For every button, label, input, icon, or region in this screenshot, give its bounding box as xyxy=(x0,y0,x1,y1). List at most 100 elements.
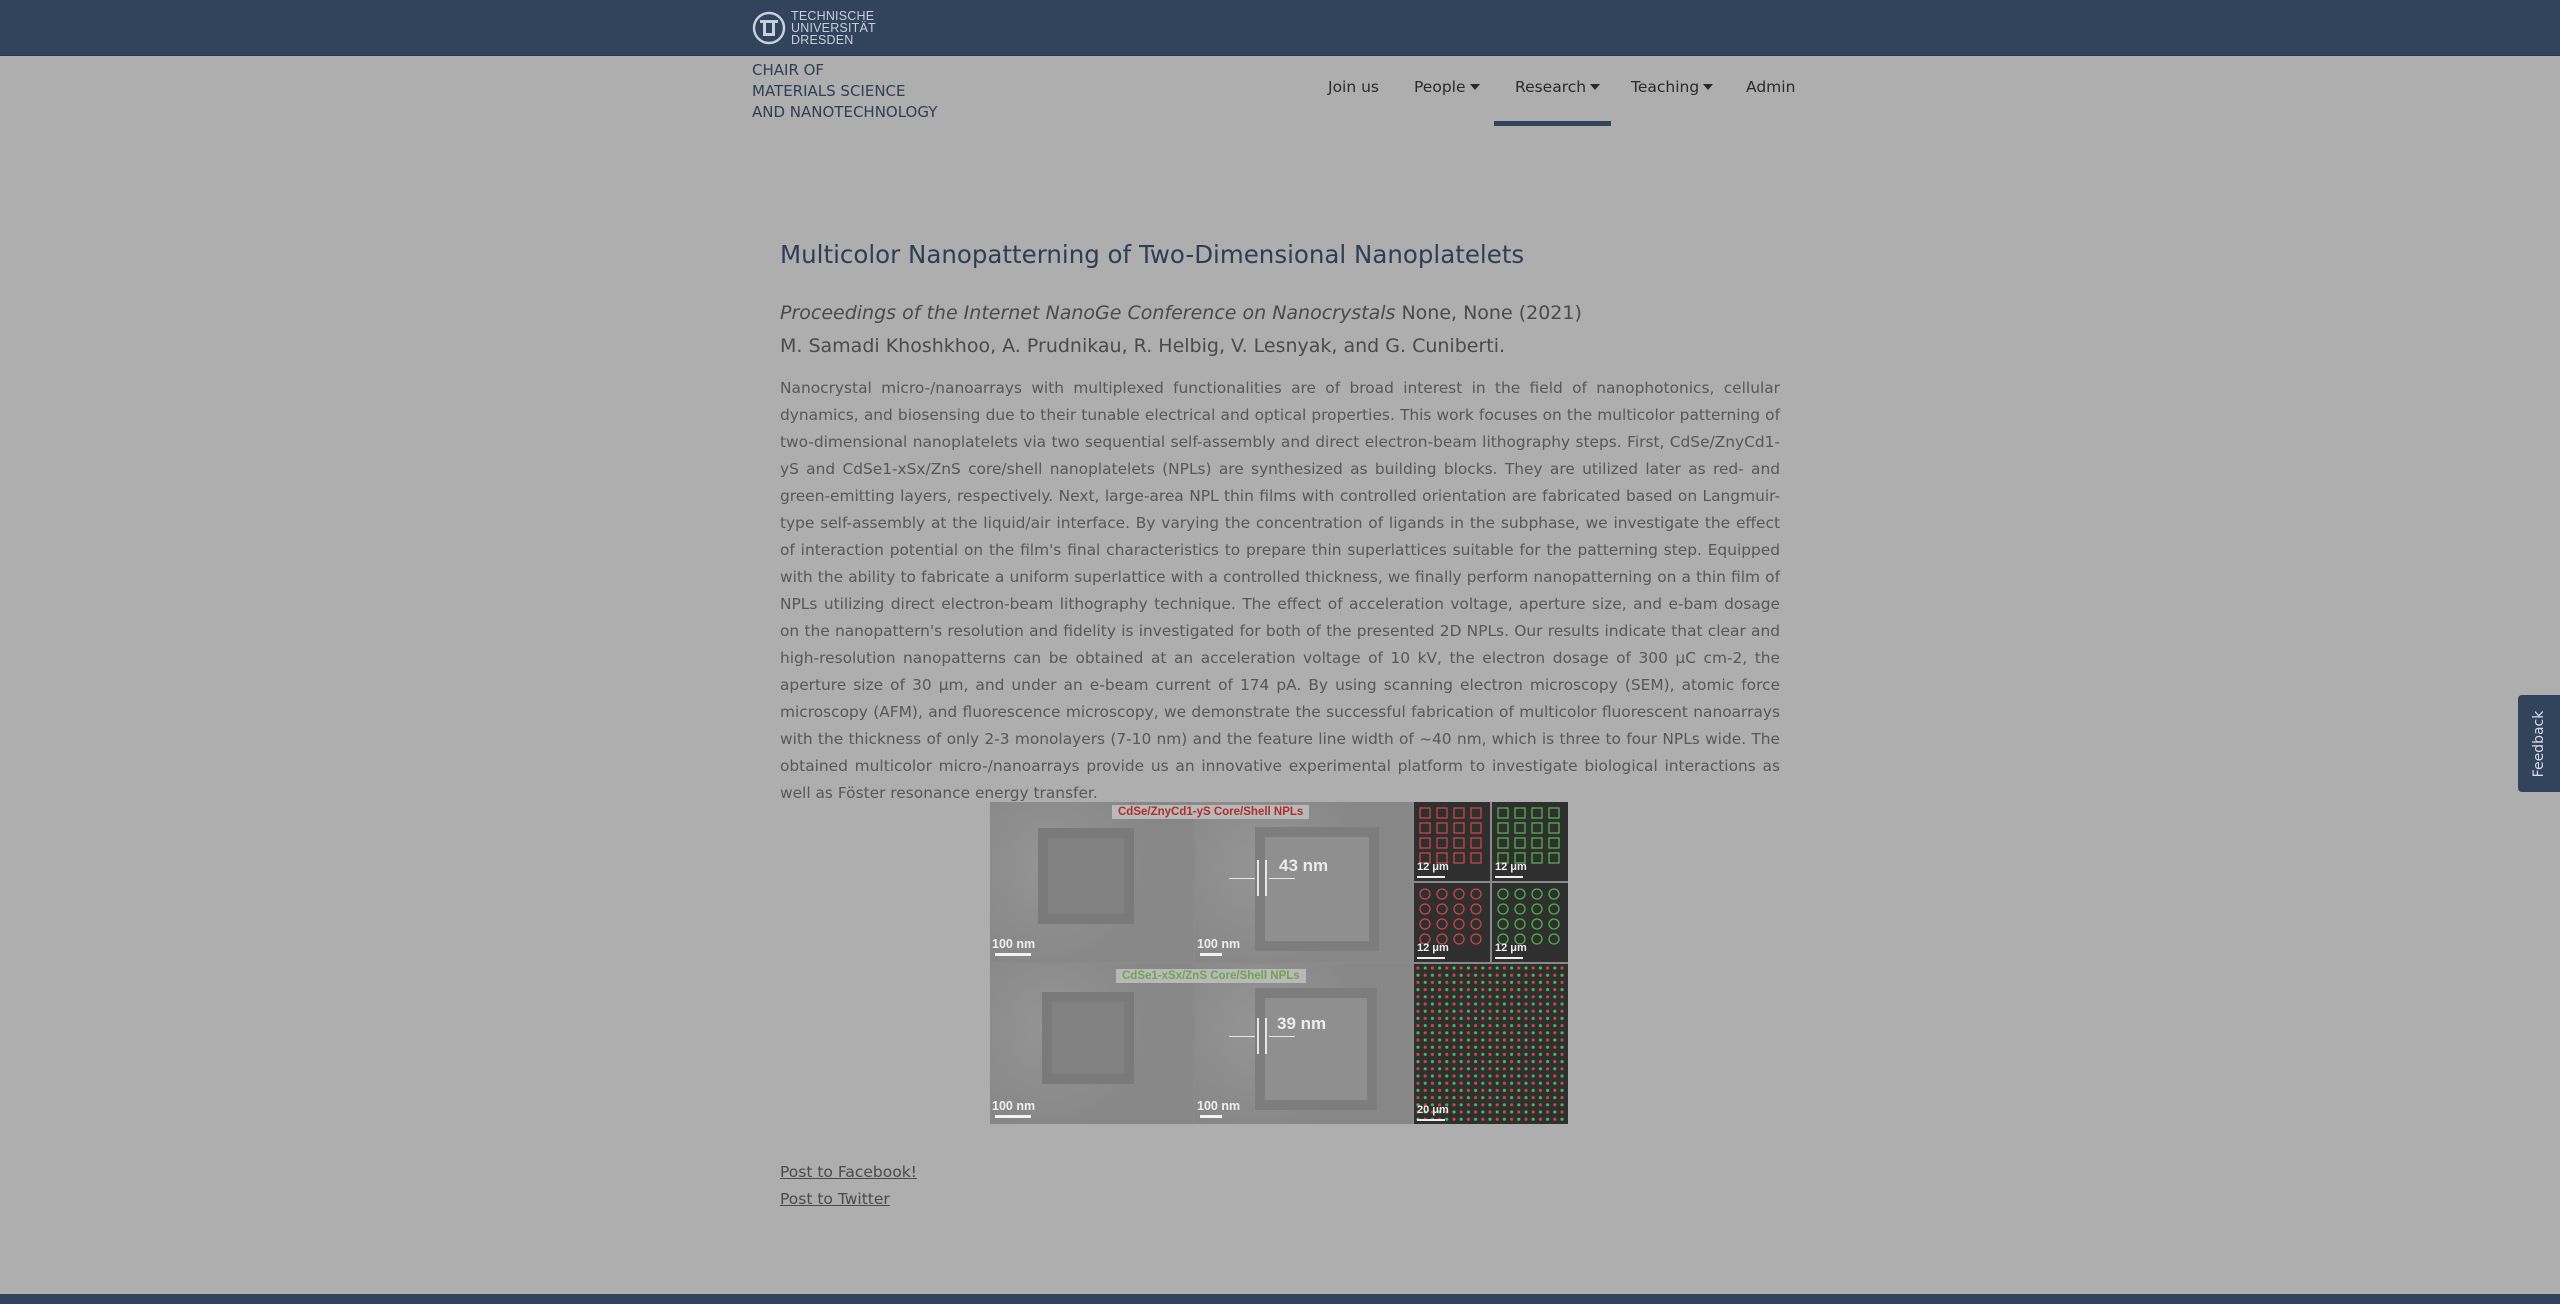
scale-label: 100 nm xyxy=(992,937,1036,951)
fluor-array-dot xyxy=(1481,1016,1485,1020)
fluor-array-dot xyxy=(1445,973,1449,977)
fluor-array-dot xyxy=(1466,1009,1470,1013)
fluor-array-dot xyxy=(1553,1081,1557,1085)
fluor-array-dot xyxy=(1553,1052,1557,1056)
fluor-array-dot xyxy=(1416,1074,1420,1078)
fluor-array-dot xyxy=(1466,1052,1470,1056)
fluor-array-dot xyxy=(1416,1045,1420,1049)
fluor-array-dot xyxy=(1430,1081,1434,1085)
fluor-array-dot xyxy=(1560,1067,1564,1071)
fluor-array-dot xyxy=(1553,1002,1557,1006)
fluor-array-dot xyxy=(1531,1024,1535,1028)
fluor-array-dot xyxy=(1430,1009,1434,1013)
fluor-array-dot xyxy=(1495,1088,1499,1092)
sem-panel-green-frame: 39 nm 100 nm xyxy=(1195,964,1412,1124)
fluor-array-dot xyxy=(1524,1117,1528,1121)
fluor-array-dot xyxy=(1553,1088,1557,1092)
nav-teaching[interactable]: Teaching xyxy=(1631,78,1714,96)
sem-pattern xyxy=(1255,988,1377,1110)
fluor-panel-green-squares: 12 μm xyxy=(1492,802,1568,881)
fluor-array-dot xyxy=(1524,1002,1528,1006)
fluor-array-dot xyxy=(1531,1045,1535,1049)
fluor-array-dot xyxy=(1445,1045,1449,1049)
fluor-array-dot xyxy=(1517,980,1521,984)
fluor-array-dot xyxy=(1452,1002,1456,1006)
fluor-array-dot xyxy=(1553,966,1557,970)
scale-bar xyxy=(1495,876,1523,878)
fluor-array-dot xyxy=(1502,1009,1506,1013)
tu-dresden-emblem-icon xyxy=(752,11,786,45)
fluor-pattern-mark xyxy=(1419,807,1431,819)
share-facebook-link[interactable]: Post to Facebook! xyxy=(780,1163,917,1181)
authors: M. Samadi Khoshkhoo, A. Prudnikau, R. He… xyxy=(780,335,1506,357)
fluor-array-dot xyxy=(1438,1052,1442,1056)
fluor-array-dot xyxy=(1560,1031,1564,1035)
fluor-pattern-mark xyxy=(1436,837,1448,849)
fluor-pattern-mark xyxy=(1453,807,1465,819)
fluor-pattern-mark xyxy=(1436,822,1448,834)
fluor-array-dot xyxy=(1560,1117,1564,1121)
fluor-array-dot xyxy=(1510,1038,1514,1042)
fluor-array-dot xyxy=(1502,1045,1506,1049)
fluor-array-dot xyxy=(1423,980,1427,984)
fluor-array-dot xyxy=(1502,1052,1506,1056)
fluor-array-dot xyxy=(1488,1016,1492,1020)
measure-tick xyxy=(1265,860,1267,896)
fluor-array-dot xyxy=(1488,1081,1492,1085)
fluor-array-dot xyxy=(1524,1096,1528,1100)
fluor-array-dot xyxy=(1466,1088,1470,1092)
fluor-array-dot xyxy=(1546,988,1550,992)
fluor-array-dot xyxy=(1495,1002,1499,1006)
fluor-array-dot xyxy=(1438,1081,1442,1085)
nav-admin[interactable]: Admin xyxy=(1746,78,1795,96)
measure-arrow xyxy=(1269,1036,1295,1037)
fluor-array-dot xyxy=(1445,1074,1449,1078)
fluor-array-dot xyxy=(1531,1067,1535,1071)
fluor-array-dot xyxy=(1495,1024,1499,1028)
share-twitter-link[interactable]: Post to Twitter xyxy=(780,1190,890,1208)
fluor-array-dot xyxy=(1546,1088,1550,1092)
feedback-button[interactable]: Feedback xyxy=(2518,695,2560,792)
nav-people[interactable]: People xyxy=(1414,78,1480,96)
measurement-label: 39 nm xyxy=(1277,1014,1327,1033)
fluor-array-dot xyxy=(1466,1016,1470,1020)
fluor-array-dot xyxy=(1438,1088,1442,1092)
fluor-array-dot xyxy=(1466,988,1470,992)
fluor-array-dot xyxy=(1423,1088,1427,1092)
fluor-array-dot xyxy=(1546,1016,1550,1020)
fluor-array-dot xyxy=(1538,1103,1542,1107)
nav-join-us[interactable]: Join us xyxy=(1328,78,1379,96)
fluor-array-dot xyxy=(1524,1052,1528,1056)
fluor-pattern-mark xyxy=(1419,903,1431,915)
fluor-array-dot xyxy=(1423,1016,1427,1020)
fluor-array-dot xyxy=(1510,1045,1514,1049)
fluor-array-dot xyxy=(1423,1067,1427,1071)
fluor-array-dot xyxy=(1510,1110,1514,1114)
fluor-array-dot xyxy=(1459,1016,1463,1020)
fluor-pattern-mark xyxy=(1497,837,1509,849)
nav-label: Join us xyxy=(1328,78,1380,96)
tu-dresden-logo[interactable]: TECHNISCHE UNIVERSITÄT DRESDEN xyxy=(752,9,876,47)
fluor-array-dot xyxy=(1524,980,1528,984)
fluor-array-dot xyxy=(1517,1002,1521,1006)
footer-bar xyxy=(0,1294,2560,1304)
fluor-array-dot xyxy=(1481,1031,1485,1035)
fluor-array-dot xyxy=(1459,1067,1463,1071)
nav-label: Admin xyxy=(1746,78,1796,96)
fluor-array-dot xyxy=(1488,980,1492,984)
fluor-array-dot xyxy=(1531,1031,1535,1035)
fluor-array-dot xyxy=(1546,1045,1550,1049)
fluor-array-dot xyxy=(1560,1016,1564,1020)
fluor-array-dot xyxy=(1416,980,1420,984)
fluor-array-dot xyxy=(1445,1024,1449,1028)
fluor-array-dot xyxy=(1459,1088,1463,1092)
fluor-array-dot xyxy=(1531,1038,1535,1042)
fluor-array-dot xyxy=(1546,980,1550,984)
fluor-array-dot xyxy=(1517,1016,1521,1020)
nav-research[interactable]: Research xyxy=(1515,78,1601,96)
fluor-array-dot xyxy=(1430,1067,1434,1071)
fluor-array-dot xyxy=(1474,1009,1478,1013)
fluor-array-dot xyxy=(1459,1081,1463,1085)
fluor-array-dot xyxy=(1452,1088,1456,1092)
fluor-array-dot xyxy=(1452,1016,1456,1020)
